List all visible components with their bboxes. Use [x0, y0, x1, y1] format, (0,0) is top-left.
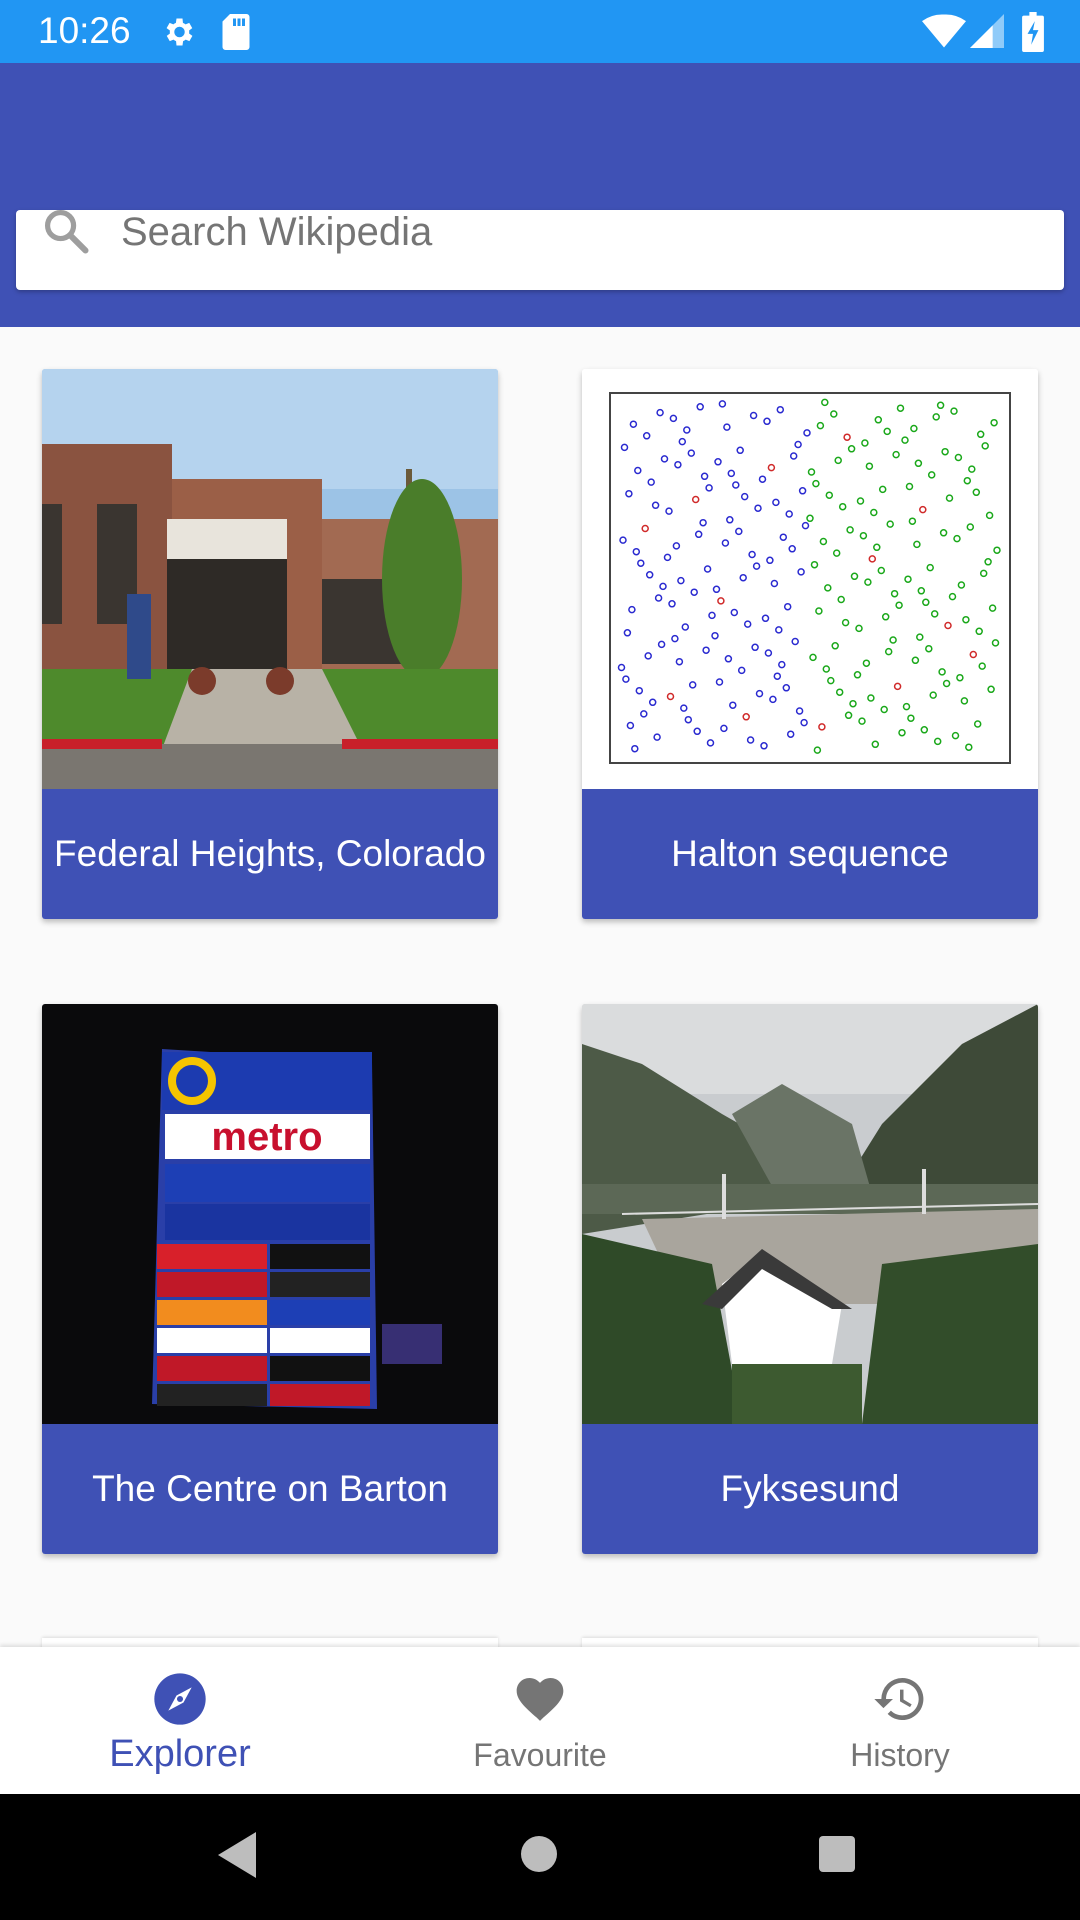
status-time: 10:26: [38, 10, 131, 51]
recents-icon[interactable]: [817, 1834, 857, 1874]
heart-icon: [516, 1678, 564, 1721]
gear-icon: [166, 18, 193, 46]
status-bar: 10:26: [0, 0, 1080, 63]
card-image: metro: [42, 1004, 498, 1424]
card-title: Federal Heights, Colorado: [42, 789, 498, 919]
nav-item-history[interactable]: History: [720, 1647, 1080, 1794]
history-icon: [874, 1677, 924, 1720]
card-title: Fyksesund: [582, 1424, 1038, 1554]
compass-icon: [154, 1673, 206, 1725]
card-image: [582, 369, 1038, 789]
nav-label: Favourite: [473, 1737, 607, 1773]
svg-text:metro: metro: [211, 1115, 322, 1159]
nav-item-favourite[interactable]: Favourite: [360, 1647, 720, 1794]
nav-label: Explorer: [109, 1733, 251, 1775]
card-image: [582, 1004, 1038, 1424]
nav-item-explorer[interactable]: Explorer: [0, 1647, 360, 1794]
sd-card-icon: [222, 14, 250, 50]
home-icon[interactable]: [519, 1834, 559, 1874]
article-card[interactable]: Fyksesund: [582, 1004, 1038, 1554]
bottom-navigation: Explorer Favourite History: [0, 1647, 1080, 1794]
article-card[interactable]: metro The Centre on Barton: [42, 1004, 498, 1554]
signal-icon: [970, 14, 1004, 48]
back-icon[interactable]: [216, 1830, 260, 1880]
system-navigation-bar: [0, 1794, 1080, 1920]
card-image: [42, 369, 498, 789]
article-card[interactable]: Federal Heights, Colorado: [42, 369, 498, 919]
card-title: Halton sequence: [582, 789, 1038, 919]
wifi-icon: [922, 14, 966, 48]
card-title: The Centre on Barton: [42, 1424, 498, 1554]
article-card[interactable]: Halton sequence: [582, 369, 1038, 919]
search-icon: [44, 209, 89, 254]
search-input[interactable]: [121, 202, 1021, 262]
battery-charging-icon: [1022, 12, 1044, 52]
nav-label: History: [850, 1737, 950, 1773]
